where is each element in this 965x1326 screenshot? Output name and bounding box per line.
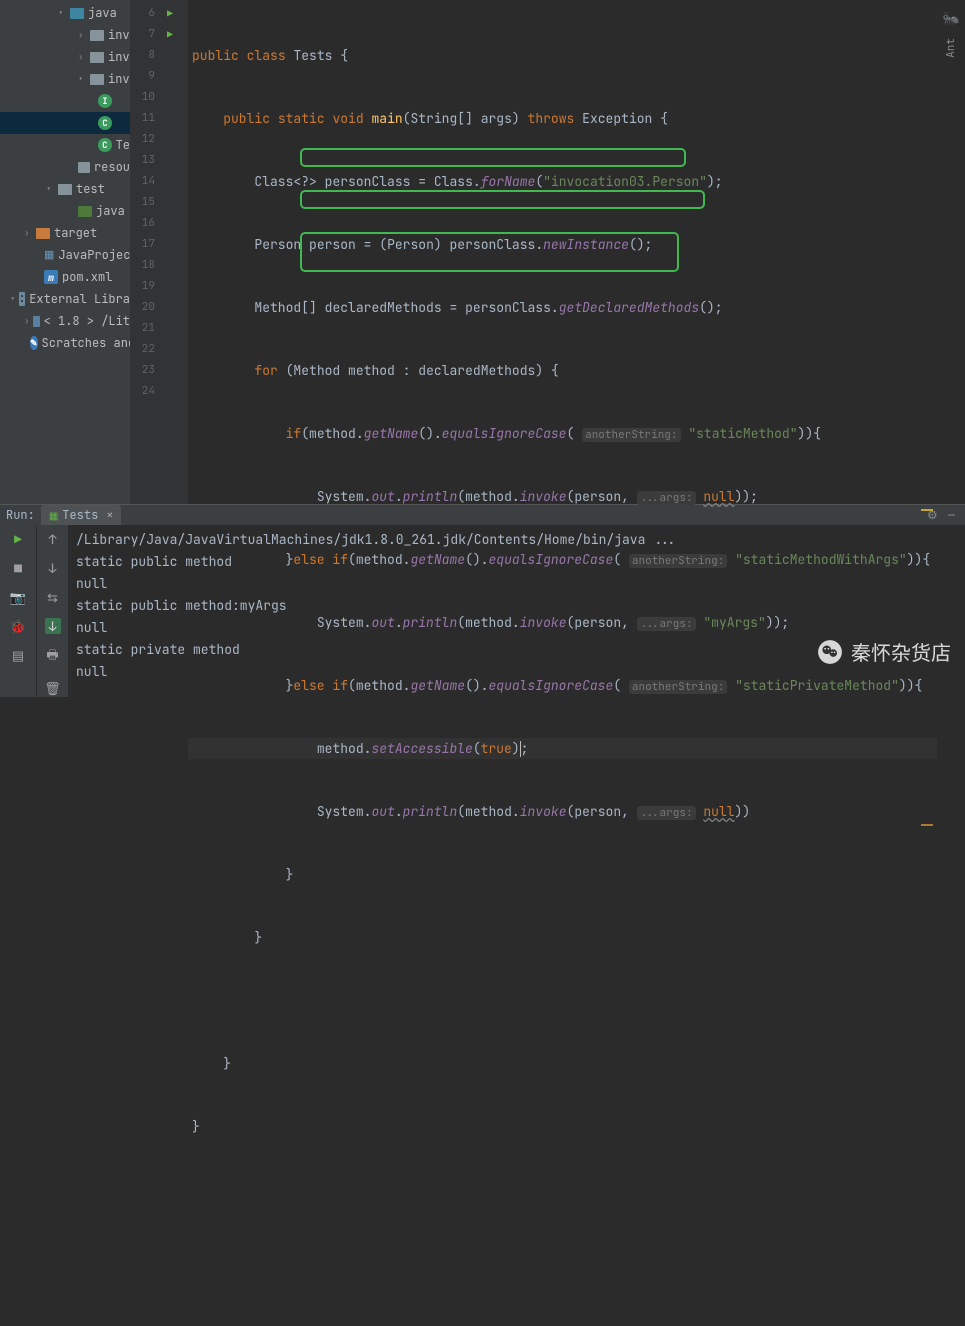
layout-icon[interactable]: ▤ (12, 647, 24, 664)
close-icon[interactable]: × (106, 507, 113, 523)
run-toolbar-right[interactable]: ↑ ↓ ⇆ ↓ 🖶 🗑 (36, 525, 68, 697)
tree-file-pom[interactable]: mpom.xml (0, 266, 130, 288)
tree-folder-resources[interactable]: resou (0, 156, 130, 178)
rerun-icon[interactable]: ▶ (14, 531, 22, 548)
tree-folder-java[interactable]: ▾java (0, 2, 130, 24)
run-main-icon[interactable]: ▶ (160, 24, 180, 45)
project-tree[interactable]: ▾java ›inv ›inv ▾inv I C CTe resou ▾test… (0, 0, 130, 504)
run-class-icon[interactable]: ▶ (160, 3, 180, 24)
code-editor[interactable]: 6789101112131415161718192021222324 ▶ ▶ p… (130, 0, 937, 504)
tree-file-2[interactable]: C (0, 112, 130, 134)
tree-external-libs[interactable]: ▾External Libra (0, 288, 130, 310)
minimize-icon[interactable]: — (948, 507, 955, 523)
wrap-icon[interactable]: ⇆ (47, 589, 58, 606)
debug-icon[interactable]: 🐞 (10, 618, 26, 635)
tree-folder-testjava[interactable]: java (0, 200, 130, 222)
tree-jdk[interactable]: ›< 1.8 > /Lit (0, 310, 130, 332)
trash-icon[interactable]: 🗑 (44, 680, 61, 697)
tree-file-1[interactable]: I (0, 90, 130, 112)
run-toolbar-left[interactable]: ▶ ■ 📷 🐞 ▤ (0, 525, 36, 697)
run-label: Run: (6, 507, 35, 523)
down-icon[interactable]: ↓ (49, 560, 57, 577)
ant-label[interactable]: Ant (944, 38, 958, 58)
screenshot-icon[interactable]: 📷 (10, 589, 26, 606)
editor-gutter: 6789101112131415161718192021222324 ▶ ▶ (130, 0, 188, 504)
print-icon[interactable]: 🖶 (46, 646, 58, 668)
tree-scratches[interactable]: ✎Scratches and (0, 332, 130, 354)
tree-file-iml[interactable]: ▦JavaProjec (0, 244, 130, 266)
warning-marker (921, 824, 933, 826)
highlight-box-1 (300, 148, 686, 167)
warning-marker (921, 509, 933, 511)
tree-folder-inv1[interactable]: ›inv (0, 24, 130, 46)
code-area[interactable]: public class Tests { public static void … (188, 0, 937, 504)
tree-folder-inv2[interactable]: ›inv (0, 46, 130, 68)
download-icon[interactable]: ↓ (45, 618, 61, 634)
right-rail[interactable]: 🐜 Ant (937, 0, 965, 504)
tree-file-te[interactable]: CTe (0, 134, 130, 156)
tree-folder-test[interactable]: ▾test (0, 178, 130, 200)
run-tab[interactable]: ▦ Tests × (41, 505, 122, 525)
gutter-icons[interactable]: ▶ ▶ (160, 0, 180, 504)
stop-icon[interactable]: ■ (14, 560, 22, 577)
tree-folder-target[interactable]: ›target (0, 222, 130, 244)
tree-folder-inv3[interactable]: ▾inv (0, 68, 130, 90)
up-icon[interactable]: ↑ (49, 531, 57, 548)
ant-icon[interactable]: 🐜 (942, 10, 959, 28)
highlight-box-2 (300, 190, 705, 209)
line-numbers: 6789101112131415161718192021222324 (130, 0, 160, 504)
